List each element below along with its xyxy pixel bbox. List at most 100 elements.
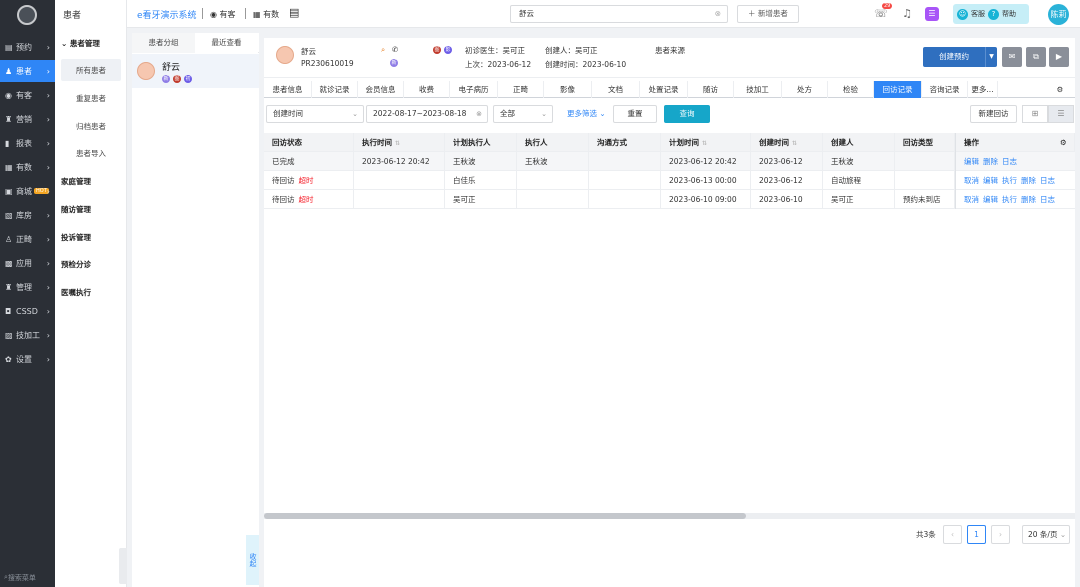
submenu-group-triage[interactable]: 预检分诊 [61, 259, 91, 270]
page-number[interactable]: 1 [967, 525, 986, 544]
user-avatar[interactable]: 陈莉 [1048, 4, 1069, 25]
sort-icon[interactable]: ⇅ [395, 140, 400, 147]
nav-item-0[interactable]: ▤ 预约 › [0, 36, 55, 58]
column-header[interactable]: 创建时间 ⇅ [751, 133, 823, 152]
menu-search[interactable]: ⌕ 搜索菜单 [0, 568, 55, 587]
patient-search-input[interactable]: 舒云 ⊗ [510, 5, 728, 23]
table-row[interactable]: 待回访 超时 吴可正 2023-06-10 09:00 2023-06-10 吴可正 预约未… [264, 190, 1075, 209]
action-link[interactable]: 日志 [1002, 157, 1017, 166]
sort-icon[interactable]: ⇅ [792, 140, 797, 147]
nav-item-3[interactable]: ♜ 营销 › [0, 108, 55, 130]
play-icon[interactable]: ▶ [1049, 47, 1069, 67]
action-link[interactable]: 删除 [1021, 176, 1036, 185]
table-row[interactable]: 已完成 2023-06-12 20:42 王秋波 王秋波 2023-06-12 20:4… [264, 152, 1075, 171]
action-link[interactable]: 编辑 [983, 176, 998, 185]
tab-1[interactable]: 就诊记录 [312, 81, 358, 98]
action-link[interactable]: 日志 [1040, 195, 1055, 204]
nav-item-6[interactable]: ▣ 商城 HOT › [0, 180, 55, 202]
create-appointment-button[interactable]: 创建预约 [923, 47, 985, 67]
bell-icon[interactable]: ♫ [900, 7, 914, 21]
action-link[interactable]: 取消 [964, 176, 979, 185]
time-field-select[interactable]: 创建时间 ⌄ [266, 105, 364, 123]
tab-14[interactable]: 咨询记录 [922, 81, 968, 98]
nav-item-11[interactable]: ◘ CSSD › [0, 300, 55, 322]
nav-item-2[interactable]: ◉ 有客 › [0, 84, 55, 106]
tab-7[interactable]: 文档 [592, 81, 640, 98]
tab-5[interactable]: 正畸 [498, 81, 544, 98]
submenu-group-patient-mgmt[interactable]: ⌄ 患者管理 [61, 38, 100, 49]
submenu-item-all-patients[interactable]: 所有患者 [61, 59, 121, 81]
tab-12[interactable]: 检验 [828, 81, 874, 98]
notes-icon[interactable]: ▤ [289, 6, 299, 19]
action-link[interactable]: 删除 [1021, 195, 1036, 204]
scrollbar-thumb[interactable] [264, 513, 746, 519]
action-link[interactable]: 日志 [1040, 176, 1055, 185]
action-link[interactable]: 编辑 [964, 157, 979, 166]
nav-item-8[interactable]: ♙ 正畸 › [0, 228, 55, 250]
column-header[interactable]: 计划时间 ⇅ [661, 133, 751, 152]
nav-item-9[interactable]: ▩ 应用 › [0, 252, 55, 274]
new-patient-button[interactable]: ＋ 新增患者 [737, 5, 799, 23]
action-link[interactable]: 取消 [964, 195, 979, 204]
action-link[interactable]: 执行 [1002, 195, 1017, 204]
submenu-group-orders[interactable]: 医嘱执行 [61, 287, 91, 298]
query-button[interactable]: 查询 [664, 105, 710, 123]
tab-11[interactable]: 处方 [782, 81, 828, 98]
submenu-item-archived[interactable]: 归档患者 [61, 115, 121, 137]
patient-list-item[interactable]: 舒云 新 图 初 [132, 54, 259, 88]
collapse-toggle[interactable]: 收起 [246, 535, 259, 585]
reset-button[interactable]: 重置 [613, 105, 657, 123]
nav-item-12[interactable]: ▨ 技加工 › [0, 324, 55, 346]
column-settings-icon[interactable]: ⚙ [1056, 133, 1075, 152]
more-filters-link[interactable]: 更多筛选 ⌄ [567, 108, 606, 119]
page-size-select[interactable]: 20 条/页 ⌄ [1022, 525, 1070, 544]
column-header[interactable]: 执行时间 ⇅ [354, 133, 445, 152]
tab-3[interactable]: 收费 [404, 81, 450, 98]
service-link[interactable]: 客服 [971, 9, 985, 19]
new-followup-button[interactable]: 新建回访 [970, 105, 1017, 123]
nav-item-13[interactable]: ✿ 设置 › [0, 348, 55, 370]
submenu-resize-handle[interactable] [119, 548, 127, 584]
apps-icon[interactable]: ☰ [925, 7, 939, 21]
tab-recent[interactable]: 最近查看 [195, 33, 258, 53]
clear-icon[interactable]: ⊗ [715, 6, 721, 22]
tab-10[interactable]: 技加工 [734, 81, 782, 98]
status-select[interactable]: 全部 ⌄ [493, 105, 553, 123]
brand-title[interactable]: e看牙演示系统 [137, 8, 197, 21]
action-link[interactable]: 删除 [983, 157, 998, 166]
phone-icon[interactable]: ✆ [392, 45, 398, 54]
help-link[interactable]: 帮助 [1002, 9, 1016, 19]
tab-9[interactable]: 随访 [688, 81, 734, 98]
link-youshu[interactable]: ▦ 有数 [253, 9, 279, 20]
submenu-group-followup[interactable]: 随访管理 [61, 204, 91, 215]
submenu-item-duplicate[interactable]: 重复患者 [61, 87, 121, 109]
nav-item-4[interactable]: ▮ 报表 › [0, 132, 55, 154]
tab-patient-groups[interactable]: 患者分组 [132, 33, 195, 53]
nav-item-10[interactable]: ♜ 管理 › [0, 276, 55, 298]
action-link[interactable]: 编辑 [983, 195, 998, 204]
horizontal-scrollbar[interactable] [264, 513, 1075, 519]
tab-8[interactable]: 处置记录 [640, 81, 688, 98]
search-icon[interactable]: ⌕ [381, 45, 385, 55]
tab-4[interactable]: 电子病历 [450, 81, 498, 98]
nav-item-1[interactable]: ♟ 患者 › [0, 60, 55, 82]
nav-item-7[interactable]: ▧ 库房 › [0, 204, 55, 226]
grid-view-icon[interactable]: ⊞ [1022, 105, 1048, 123]
submenu-group-complaint[interactable]: 投诉管理 [61, 232, 91, 243]
tab-settings-icon[interactable]: ⚙ [1048, 81, 1072, 98]
tab-6[interactable]: 影像 [544, 81, 592, 98]
message-icon[interactable]: ☏ [874, 7, 888, 21]
tab-15[interactable]: 更多... [968, 81, 998, 98]
chevron-down-icon[interactable]: ▼ [985, 47, 997, 67]
action-link[interactable]: 执行 [1002, 176, 1017, 185]
wechat-icon[interactable]: ✉ [1002, 47, 1022, 67]
link-youke[interactable]: ◉ 有客 [210, 9, 236, 20]
tab-13[interactable]: 回访记录 [874, 81, 922, 98]
copy-icon[interactable]: ⧉ [1026, 47, 1046, 67]
clear-icon[interactable]: ⊗ [476, 106, 482, 122]
table-row[interactable]: 待回访 超时 白佳乐 2023-06-13 00:00 2023-06-12 自动旅程 取消… [264, 171, 1075, 190]
list-view-icon[interactable]: ☰ [1048, 105, 1074, 123]
tab-0[interactable]: 患者信息 [264, 81, 312, 98]
tab-2[interactable]: 会员信息 [358, 81, 404, 98]
submenu-item-import[interactable]: 患者导入 [61, 142, 121, 164]
